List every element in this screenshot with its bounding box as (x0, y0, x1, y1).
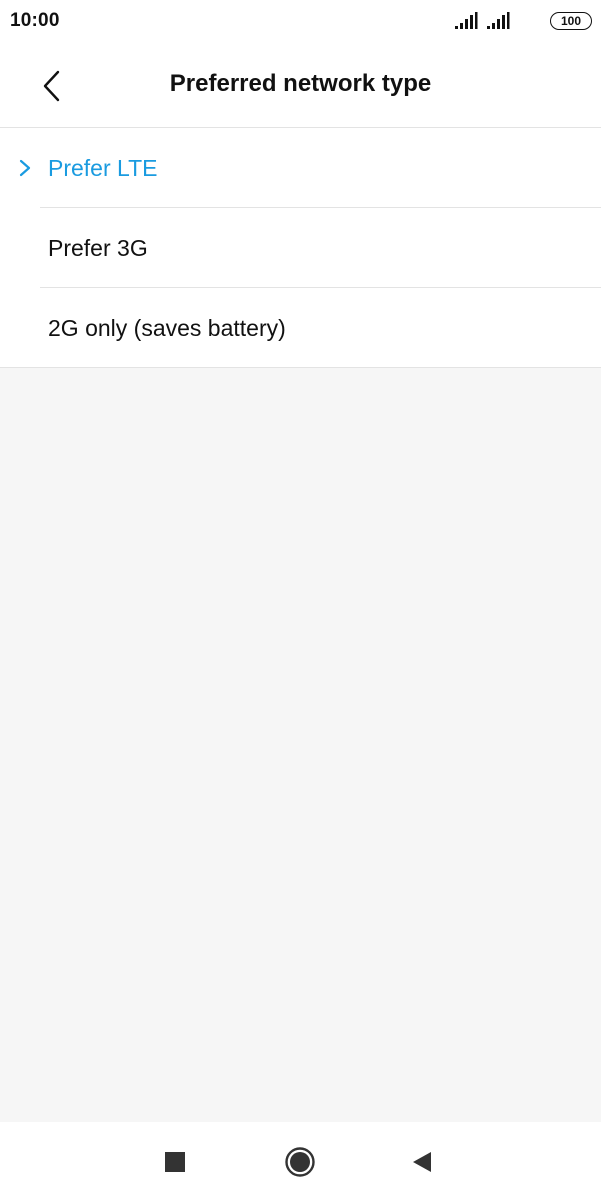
option-label: Prefer LTE (48, 155, 158, 181)
home-button[interactable] (280, 1142, 320, 1182)
status-bar: 10:00 100 (0, 0, 601, 44)
divider (0, 367, 601, 368)
circle-home-icon (285, 1147, 315, 1177)
recents-button[interactable] (155, 1142, 195, 1182)
option-prefer-3g[interactable]: Prefer 3G (0, 208, 601, 288)
signal-sim2-icon (487, 12, 510, 29)
chevron-right-icon (19, 159, 31, 177)
option-2g-only[interactable]: 2G only (saves battery) (0, 288, 601, 368)
option-list: Prefer LTE Prefer 3G 2G only (saves batt… (0, 128, 601, 368)
option-label: Prefer 3G (48, 235, 148, 261)
battery-level: 100 (560, 14, 582, 28)
signal-sim1-icon (455, 12, 478, 29)
status-time: 10:00 (10, 10, 60, 31)
square-recents-icon (165, 1152, 185, 1172)
triangle-back-icon (413, 1152, 431, 1172)
page-title: Preferred network type (169, 70, 432, 97)
nav-bar (0, 1122, 601, 1202)
option-prefer-lte[interactable]: Prefer LTE (0, 128, 601, 208)
header: Preferred network type (0, 44, 601, 128)
screen: 10:00 100 Preferred network type Prefer … (0, 0, 601, 1202)
option-label: 2G only (saves battery) (48, 315, 286, 341)
battery-icon: 100 (550, 12, 592, 30)
nav-back-button[interactable] (402, 1142, 442, 1182)
